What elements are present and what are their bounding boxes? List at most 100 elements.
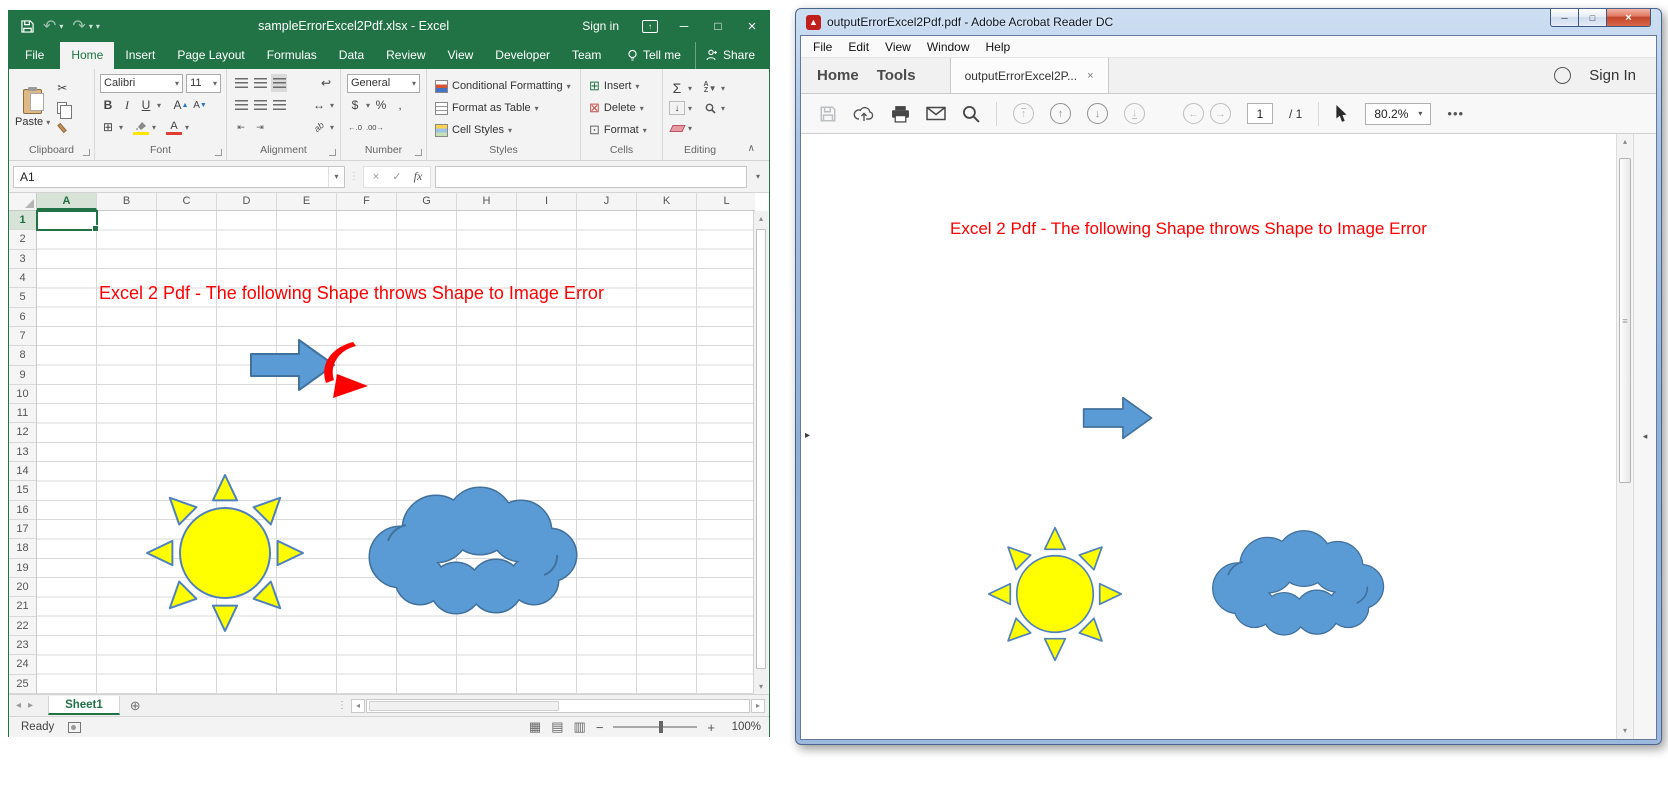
row-header-2[interactable]: 2 — [9, 230, 36, 249]
number-format-combo[interactable]: General▾ — [347, 74, 420, 93]
name-box-dropdown-icon[interactable]: ▾ — [328, 167, 344, 187]
hscroll-left-icon[interactable]: ◂ — [351, 699, 365, 713]
ribbon-tab-home[interactable]: Home — [60, 42, 114, 69]
column-header-a[interactable]: A — [37, 193, 97, 210]
excel-sign-in-button[interactable]: Sign in — [568, 19, 633, 33]
acrobat-minimize-button[interactable]: ─ — [1550, 9, 1579, 27]
vertical-scrollbar-thumb[interactable] — [756, 229, 766, 669]
conditional-formatting-button[interactable]: Conditional Formatting▾ — [435, 76, 578, 97]
page-break-view-icon[interactable]: ▥ — [574, 719, 586, 735]
first-page-button[interactable]: ↑ — [1013, 103, 1034, 124]
accounting-dropdown-icon[interactable]: ▾ — [366, 101, 370, 110]
clipboard-dialog-launcher[interactable] — [83, 149, 90, 156]
sort-filter-button[interactable]: AZ▼ — [702, 79, 718, 97]
collapse-ribbon-button[interactable]: ∧ — [748, 143, 755, 154]
bold-button[interactable]: B — [100, 96, 116, 114]
clear-button[interactable] — [669, 119, 685, 137]
row-header-22[interactable]: 22 — [9, 617, 36, 636]
pdf-scroll-down-icon[interactable]: ▾ — [1617, 723, 1633, 739]
zoom-level-combo[interactable]: 80.2%▾ — [1365, 103, 1431, 125]
grow-font-button[interactable]: A▲ — [173, 96, 189, 114]
enter-entry-button[interactable]: ✓ — [387, 170, 407, 183]
format-cells-button[interactable]: ⊡Format▾ — [589, 120, 660, 141]
pdf-scrollbar-thumb[interactable] — [1619, 158, 1631, 483]
normal-view-icon[interactable]: ▦ — [529, 719, 541, 735]
font-name-combo[interactable]: Calibri▾ — [100, 74, 183, 93]
share-button[interactable]: Share — [695, 42, 765, 69]
align-center-button[interactable] — [252, 96, 268, 114]
customize-qat-icon[interactable]: ▾ — [96, 22, 100, 31]
underline-button[interactable]: U — [138, 96, 154, 114]
row-header-8[interactable]: 8 — [9, 346, 36, 365]
insert-function-button[interactable]: fx — [408, 169, 428, 184]
format-as-table-button[interactable]: Format as Table▾ — [435, 98, 578, 119]
ribbon-tab-review[interactable]: Review — [375, 42, 436, 69]
prev-sheet-icon[interactable]: ◂ — [9, 700, 28, 711]
row-header-3[interactable]: 3 — [9, 250, 36, 269]
font-dialog-launcher[interactable] — [215, 149, 222, 156]
horizontal-scrollbar-thumb[interactable] — [369, 701, 559, 711]
excel-sun-shape[interactable] — [145, 473, 305, 633]
row-header-18[interactable]: 18 — [9, 539, 36, 558]
delete-cells-button[interactable]: ⊠Delete▾ — [589, 98, 660, 119]
decrease-decimal-button[interactable]: .00→ — [366, 118, 384, 136]
redo-dropdown-icon[interactable]: ▾ — [89, 22, 93, 31]
selected-cell-a1[interactable] — [36, 210, 98, 231]
tab-home[interactable]: Home — [801, 67, 875, 84]
find-dropdown-icon[interactable]: ▾ — [721, 104, 725, 113]
column-header-f[interactable]: F — [337, 193, 397, 210]
tab-tools[interactable]: Tools — [875, 67, 932, 84]
copy-button[interactable] — [54, 99, 70, 117]
cut-button[interactable]: ✂ — [54, 79, 70, 97]
zoom-percentage[interactable]: 100% — [725, 721, 761, 733]
previous-page-button[interactable]: ↑ — [1050, 103, 1071, 124]
row-header-17[interactable]: 17 — [9, 520, 36, 539]
format-painter-button[interactable] — [54, 119, 70, 137]
align-right-button[interactable] — [271, 96, 287, 114]
row-header-9[interactable]: 9 — [9, 366, 36, 385]
cell-styles-button[interactable]: Cell Styles▾ — [435, 120, 578, 141]
document-tab[interactable]: outputErrorExcel2P... × — [950, 58, 1109, 93]
share-upload-button[interactable] — [853, 105, 875, 123]
ribbon-tab-insert[interactable]: Insert — [114, 42, 166, 69]
merge-center-button[interactable]: ↔ — [311, 96, 327, 114]
left-panel-expand-icon[interactable]: ▸ — [805, 430, 810, 441]
next-page-button[interactable]: ↓ — [1087, 103, 1108, 124]
help-icon[interactable] — [1554, 67, 1571, 84]
ribbon-tab-developer[interactable]: Developer — [484, 42, 561, 69]
merge-dropdown-icon[interactable]: ▾ — [330, 101, 334, 110]
ribbon-tab-file[interactable]: File — [9, 42, 60, 69]
menu-help[interactable]: Help — [978, 40, 1019, 54]
formula-input[interactable] — [435, 166, 747, 188]
right-panel-expand-icon[interactable]: ◂ — [1643, 431, 1648, 442]
macro-record-icon[interactable] — [68, 722, 81, 733]
autosum-dropdown-icon[interactable]: ▾ — [688, 84, 692, 93]
scroll-up-icon[interactable]: ▴ — [754, 211, 768, 226]
row-header-12[interactable]: 12 — [9, 423, 36, 442]
font-color-button[interactable]: A — [166, 120, 182, 135]
comma-style-button[interactable]: , — [392, 96, 408, 114]
row-header-1[interactable]: 1 — [9, 211, 36, 230]
italic-button[interactable]: I — [119, 96, 135, 114]
borders-dropdown-icon[interactable]: ▾ — [119, 123, 123, 132]
select-all-corner[interactable] — [9, 193, 37, 210]
zoom-slider-handle[interactable] — [659, 721, 663, 733]
increase-decimal-button[interactable]: ←.0 — [347, 118, 363, 136]
undo-dropdown-icon[interactable]: ▾ — [59, 22, 63, 31]
ribbon-tab-team[interactable]: Team — [561, 42, 612, 69]
column-header-j[interactable]: J — [577, 193, 637, 210]
last-page-button[interactable]: ↓ — [1124, 103, 1145, 124]
align-left-button[interactable] — [233, 96, 249, 114]
accounting-format-button[interactable]: $ — [347, 96, 363, 114]
tell-me-button[interactable]: Tell me — [617, 42, 691, 69]
wrap-text-button[interactable]: ↩ — [318, 74, 334, 92]
column-header-c[interactable]: C — [157, 193, 217, 210]
new-sheet-button[interactable]: ⊕ — [120, 698, 151, 714]
redo-icon[interactable]: ↷ — [72, 16, 85, 36]
row-header-13[interactable]: 13 — [9, 443, 36, 462]
save-icon[interactable] — [21, 20, 34, 33]
row-header-6[interactable]: 6 — [9, 308, 36, 327]
acrobat-sign-in-button[interactable]: Sign In — [1589, 67, 1636, 84]
row-header-5[interactable]: 5 — [9, 288, 36, 307]
fill-color-button[interactable] — [133, 120, 149, 135]
